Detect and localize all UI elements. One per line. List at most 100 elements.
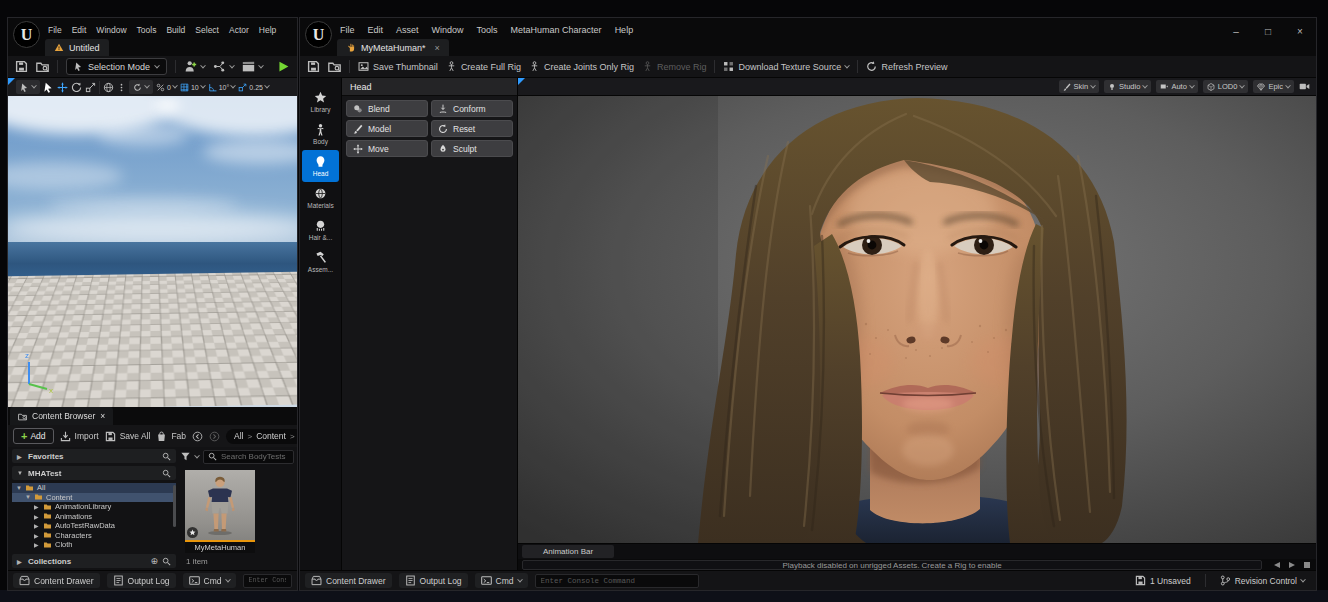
download-texture-source-button[interactable]: Download Texture Source	[723, 61, 849, 72]
epic-quality-dropdown[interactable]: Epic	[1253, 80, 1294, 93]
unreal-logo[interactable]: U	[13, 21, 40, 48]
remove-rig-button[interactable]: Remove Rig	[642, 61, 707, 72]
reset-button[interactable]: Reset	[431, 120, 513, 137]
tab-mymetahuman[interactable]: MyMetaHuman* ×	[337, 39, 449, 56]
menu-help[interactable]: Help	[615, 25, 634, 35]
scale-tool-icon[interactable]	[85, 82, 96, 93]
menu-asset[interactable]: Asset	[396, 25, 419, 35]
menu-build[interactable]: Build	[166, 25, 185, 35]
cinematics-button[interactable]	[242, 60, 263, 73]
sidebar-item-library[interactable]: Library	[302, 86, 339, 118]
asset-search-input[interactable]	[221, 452, 289, 461]
close-icon[interactable]: ×	[100, 411, 105, 421]
auto-dropdown[interactable]: Auto	[1156, 80, 1197, 93]
content-browser-tab[interactable]: Content Browser ×	[10, 407, 113, 425]
menu-edit[interactable]: Edit	[72, 25, 87, 35]
content-drawer-button[interactable]: Content Drawer	[13, 573, 100, 588]
console-input[interactable]	[249, 577, 286, 584]
sidebar-item-materials[interactable]: Materials	[302, 182, 339, 214]
menu-help[interactable]: Help	[259, 25, 276, 35]
save-all-button[interactable]: Save All	[105, 431, 151, 442]
menu-select[interactable]: Select	[195, 25, 219, 35]
selection-mode-dropdown[interactable]: Selection Mode	[66, 58, 167, 75]
scrollbar[interactable]	[173, 485, 176, 527]
forward-icon[interactable]	[209, 431, 220, 442]
menu-tools[interactable]: Tools	[477, 25, 498, 35]
level-viewport[interactable]: z x	[8, 96, 297, 407]
maximize-button[interactable]: □	[1262, 26, 1274, 37]
content-browser-icon[interactable]	[36, 60, 49, 73]
add-collection-icon[interactable]: ⊕	[150, 556, 158, 566]
tree-item[interactable]: ▶AnimationLibrary	[12, 502, 176, 512]
minimize-button[interactable]: –	[1230, 26, 1242, 37]
console-input-box[interactable]	[535, 574, 699, 588]
cmd-dropdown[interactable]: Cmd	[183, 573, 236, 588]
asset-tile[interactable]: MyMetaHuman	[185, 470, 255, 553]
camera-icon[interactable]	[1299, 81, 1310, 92]
cmd-dropdown[interactable]: Cmd	[475, 573, 528, 588]
collections-header[interactable]: ▶Collections ⊕	[12, 554, 176, 568]
tree-item[interactable]: ▶AutoTestRawData	[12, 521, 176, 531]
surface-snap-value[interactable]: 0	[156, 83, 177, 92]
filter-icon[interactable]	[180, 451, 191, 462]
sidebar-item-head[interactable]: Head	[302, 150, 339, 182]
menu-window[interactable]: Window	[96, 25, 126, 35]
tree-item[interactable]: ▶Cloth	[12, 540, 176, 549]
search-icon[interactable]	[162, 557, 171, 566]
conform-button[interactable]: Conform	[431, 100, 513, 117]
tree-item-content[interactable]: ▼Content	[12, 493, 176, 503]
search-icon[interactable]	[162, 452, 171, 461]
project-header[interactable]: ▼MHATest	[12, 466, 176, 480]
grid-snap-value[interactable]: 10	[180, 83, 205, 92]
menu-tools[interactable]: Tools	[137, 25, 157, 35]
console-input[interactable]	[541, 577, 693, 585]
lod-dropdown[interactable]: LOD0	[1203, 80, 1249, 93]
import-button[interactable]: Import	[60, 431, 99, 442]
tree-item[interactable]: ▶Characters	[12, 531, 176, 541]
select-tool-icon[interactable]	[43, 82, 54, 93]
favorites-header[interactable]: ▶Favorites	[12, 449, 176, 463]
studio-dropdown[interactable]: Studio	[1104, 80, 1151, 93]
world-coord-icon[interactable]	[103, 82, 114, 93]
previous-frame-icon[interactable]	[1274, 562, 1280, 568]
scale-snap-value[interactable]: 0.25	[238, 83, 269, 92]
menu-window[interactable]: Window	[432, 25, 464, 35]
content-drawer-button[interactable]: Content Drawer	[305, 573, 392, 588]
asset-search-box[interactable]	[203, 450, 294, 464]
move-tool-icon[interactable]	[57, 82, 68, 93]
rotation-snap-value[interactable]: 10°	[208, 83, 236, 92]
add-actor-button[interactable]	[184, 60, 205, 73]
move-button[interactable]: Move	[346, 140, 428, 157]
animation-bar-tab[interactable]: Animation Bar	[522, 545, 614, 558]
tab-untitled[interactable]: Untitled	[45, 39, 109, 56]
output-log-button[interactable]: Output Log	[107, 573, 176, 588]
blueprints-button[interactable]	[213, 60, 234, 73]
sidebar-item-hair[interactable]: Hair &...	[302, 214, 339, 246]
back-icon[interactable]	[192, 431, 203, 442]
close-button[interactable]: ×	[1294, 26, 1306, 37]
fab-button[interactable]: Fab	[156, 431, 186, 442]
menu-metahuman-character[interactable]: MetaHuman Character	[511, 25, 602, 35]
menu-file[interactable]: File	[340, 25, 355, 35]
menu-file[interactable]: File	[48, 25, 62, 35]
model-button[interactable]: Model	[346, 120, 428, 137]
save-icon[interactable]	[15, 60, 28, 73]
surface-snap-dropdown[interactable]	[129, 80, 153, 94]
tree-item[interactable]: ▶Animations	[12, 512, 176, 522]
search-icon[interactable]	[162, 469, 171, 478]
console-input-box[interactable]	[243, 574, 292, 588]
tree-item-all[interactable]: ▼All	[12, 483, 176, 493]
play-icon[interactable]	[1289, 562, 1295, 568]
skin-dropdown[interactable]: Skin	[1059, 80, 1100, 93]
blend-button[interactable]: Blend	[346, 100, 428, 117]
play-button[interactable]	[277, 60, 290, 73]
sculpt-button[interactable]: Sculpt	[431, 140, 513, 157]
sidebar-item-assembly[interactable]: Assem...	[302, 246, 339, 278]
viewport-select-mode[interactable]	[16, 80, 40, 94]
face-render-area[interactable]	[518, 96, 1316, 543]
browse-icon[interactable]	[328, 60, 341, 73]
create-full-rig-button[interactable]: Create Full Rig	[446, 61, 521, 72]
menu-actor[interactable]: Actor	[229, 25, 249, 35]
menu-edit[interactable]: Edit	[368, 25, 384, 35]
create-joints-only-rig-button[interactable]: Create Joints Only Rig	[529, 61, 634, 72]
